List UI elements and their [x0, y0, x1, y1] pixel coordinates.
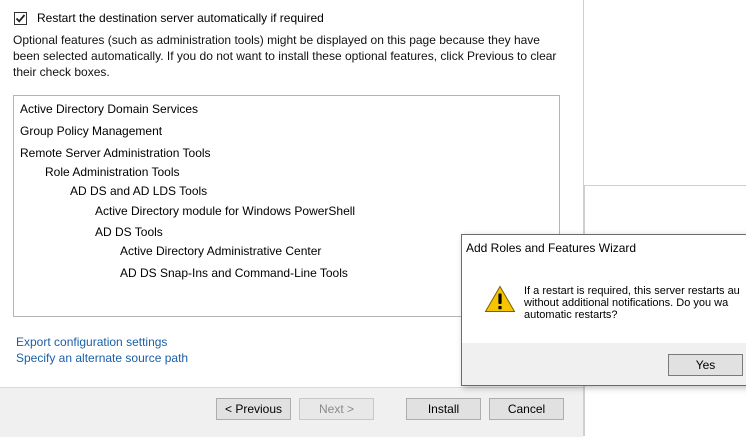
optional-features-info: Optional features (such as administratio…	[13, 33, 557, 79]
feature-item: AD DS and AD LDS Tools	[70, 184, 208, 198]
dialog-message-line: If a restart is required, this server re…	[524, 285, 740, 297]
feature-item: Active Directory Administrative Center	[120, 244, 322, 258]
dialog-title: Add Roles and Features Wizard	[466, 241, 637, 255]
alternate-source-link[interactable]: Specify an alternate source path	[16, 351, 188, 365]
wizard-footer: < Previous Next > Install Cancel	[0, 387, 583, 437]
feature-item: Remote Server Administration Tools	[20, 146, 211, 160]
dialog-message-line: without additional notifications. Do you…	[524, 297, 729, 309]
next-button[interactable]: Next >	[299, 398, 374, 420]
dialog-body: If a restart is required, this server re…	[462, 263, 746, 343]
restart-confirmation-dialog: Add Roles and Features Wizard If a resta…	[461, 234, 746, 386]
feature-item: AD DS Tools	[95, 225, 163, 239]
feature-item: AD DS Snap-Ins and Command-Line Tools	[120, 266, 348, 280]
feature-item: Group Policy Management	[20, 124, 163, 138]
dialog-footer: Yes	[462, 343, 746, 385]
install-button[interactable]: Install	[406, 398, 481, 420]
restart-checkbox-label[interactable]: Restart the destination server automatic…	[37, 11, 324, 25]
yes-button[interactable]: Yes	[668, 354, 743, 376]
feature-item: Active Directory Domain Services	[20, 102, 199, 116]
warning-icon	[484, 285, 516, 316]
restart-checkbox[interactable]	[14, 11, 27, 25]
checkmark-icon	[15, 13, 26, 23]
dialog-message: If a restart is required, this server re…	[524, 285, 746, 321]
cancel-button[interactable]: Cancel	[489, 398, 564, 420]
dialog-message-line: automatic restarts?	[524, 309, 618, 321]
background-divider	[584, 185, 746, 186]
previous-button[interactable]: < Previous	[216, 398, 291, 420]
restart-checkbox-row[interactable]: Restart the destination server automatic…	[14, 10, 324, 26]
feature-item: Active Directory module for Windows Powe…	[95, 204, 356, 218]
feature-item: Role Administration Tools	[45, 165, 180, 179]
export-configuration-link[interactable]: Export configuration settings	[16, 335, 167, 349]
